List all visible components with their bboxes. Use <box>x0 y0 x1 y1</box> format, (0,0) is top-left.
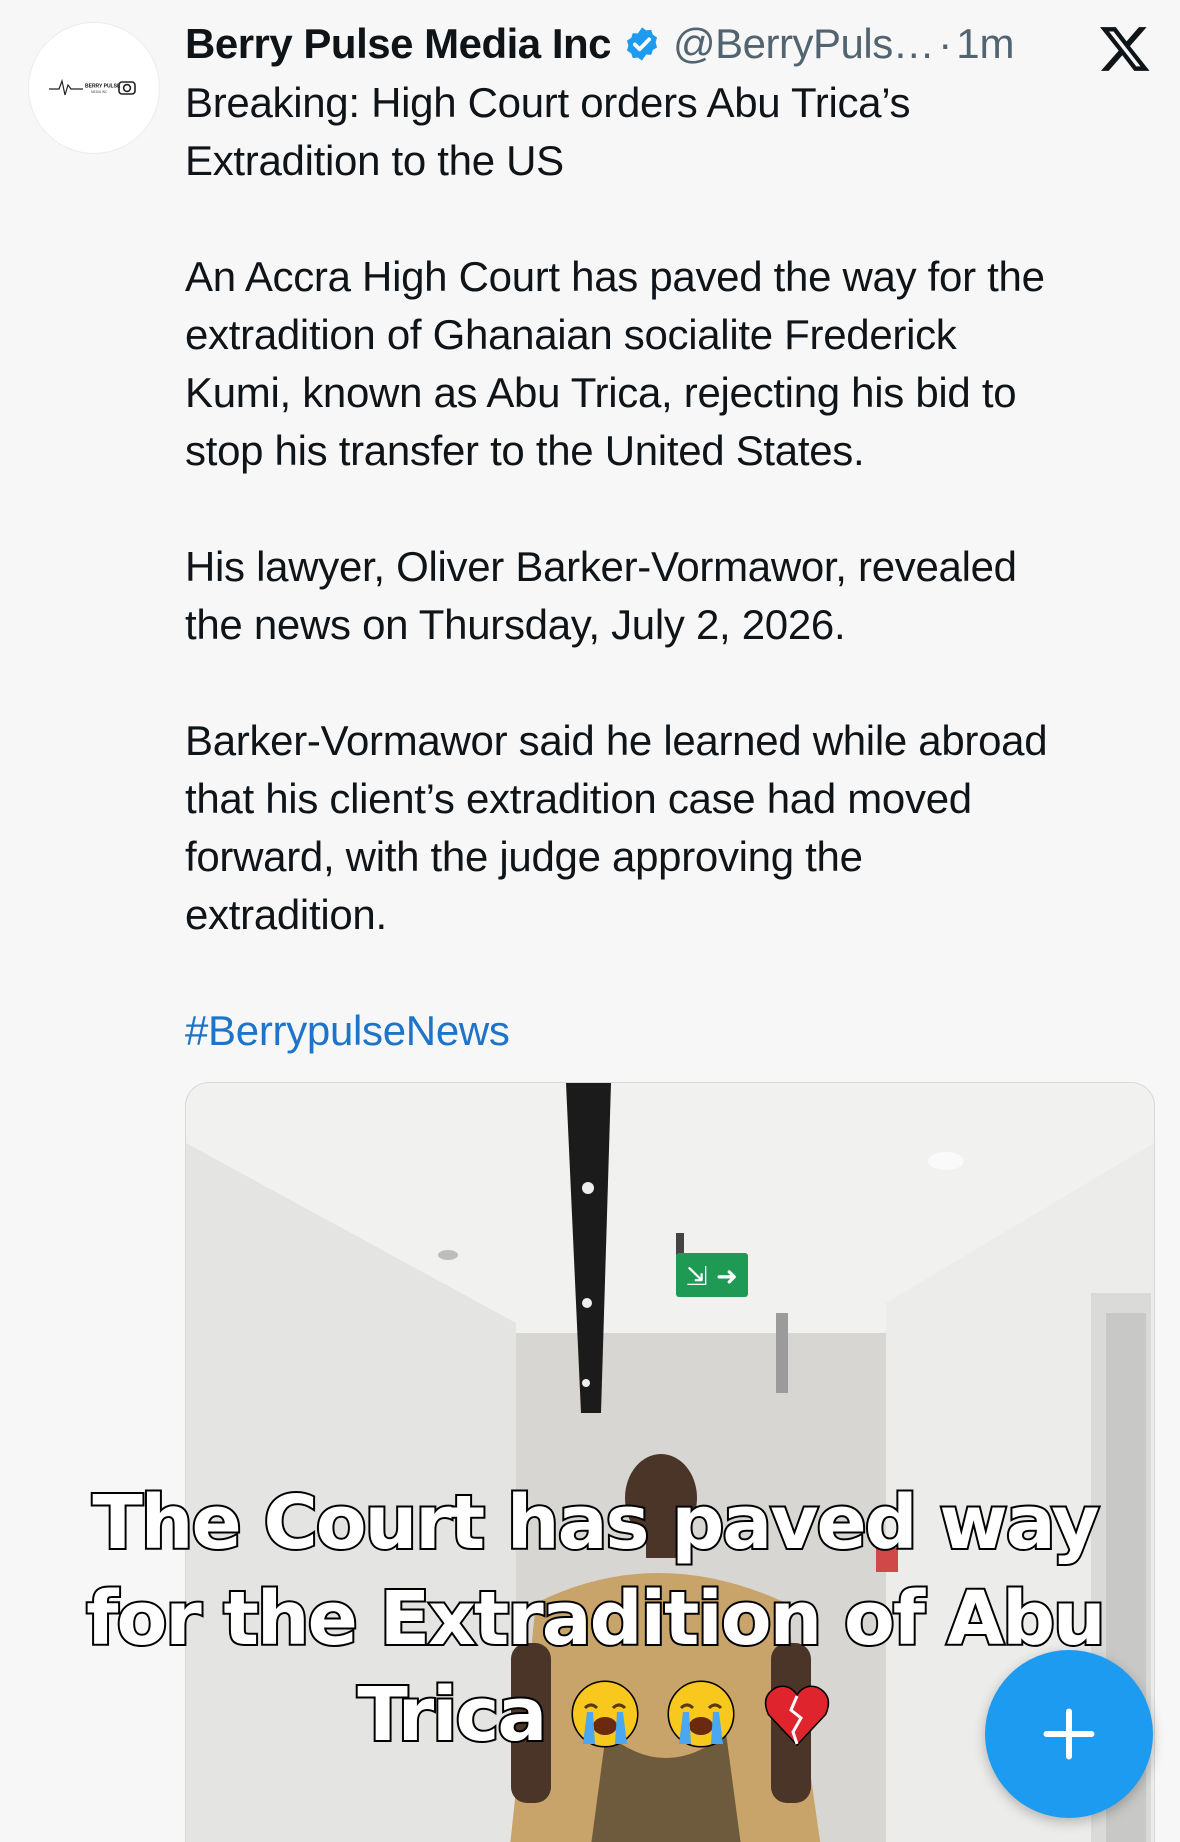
post-text: Breaking: High Court orders Abu Trica’s … <box>185 74 1145 1118</box>
svg-text:⇲ ➜: ⇲ ➜ <box>686 1262 738 1292</box>
loudly-crying-face-icon <box>571 1680 639 1748</box>
post-paragraph: His lawyer, Oliver Barker-Vormawor, reve… <box>185 543 1017 648</box>
broken-heart-icon <box>764 1685 829 1747</box>
author-avatar[interactable]: BERRY PULSE MEDIA INC <box>28 22 160 154</box>
author-display-name[interactable]: Berry Pulse Media Inc <box>185 16 612 72</box>
post-paragraph: An Accra High Court has paved the way fo… <box>185 253 1045 474</box>
loudly-crying-face-icon <box>667 1680 735 1748</box>
caption-line-text: Trica <box>355 1670 549 1760</box>
compose-button[interactable] <box>985 1650 1153 1818</box>
plus-icon <box>1043 1708 1095 1760</box>
caption-line: for the Extradition of Abu <box>84 1574 1107 1664</box>
header-separator: · <box>938 20 953 67</box>
post-header: Berry Pulse Media Inc @BerryPuls… · 1m <box>185 16 1070 72</box>
x-logo-icon[interactable] <box>1098 22 1152 76</box>
post-screen: BERRY PULSE MEDIA INC Berry Pulse Media … <box>0 0 1180 1842</box>
hashtag-link[interactable]: #BerrypulseNews <box>185 1002 1145 1060</box>
post-timestamp[interactable]: 1m <box>956 16 1014 72</box>
post-paragraph: Breaking: High Court orders Abu Trica’s … <box>185 79 911 184</box>
berry-pulse-logo-icon: BERRY PULSE MEDIA INC <box>49 78 136 96</box>
author-handle[interactable]: @BerryPuls… <box>673 16 935 72</box>
svg-text:MEDIA INC: MEDIA INC <box>91 90 108 94</box>
verified-badge-icon <box>626 27 658 61</box>
post-paragraph: Barker-Vormawor said he learned while ab… <box>185 717 1048 938</box>
caption-line: The Court has paved way <box>90 1478 1101 1568</box>
svg-text:BERRY PULSE: BERRY PULSE <box>85 84 121 90</box>
